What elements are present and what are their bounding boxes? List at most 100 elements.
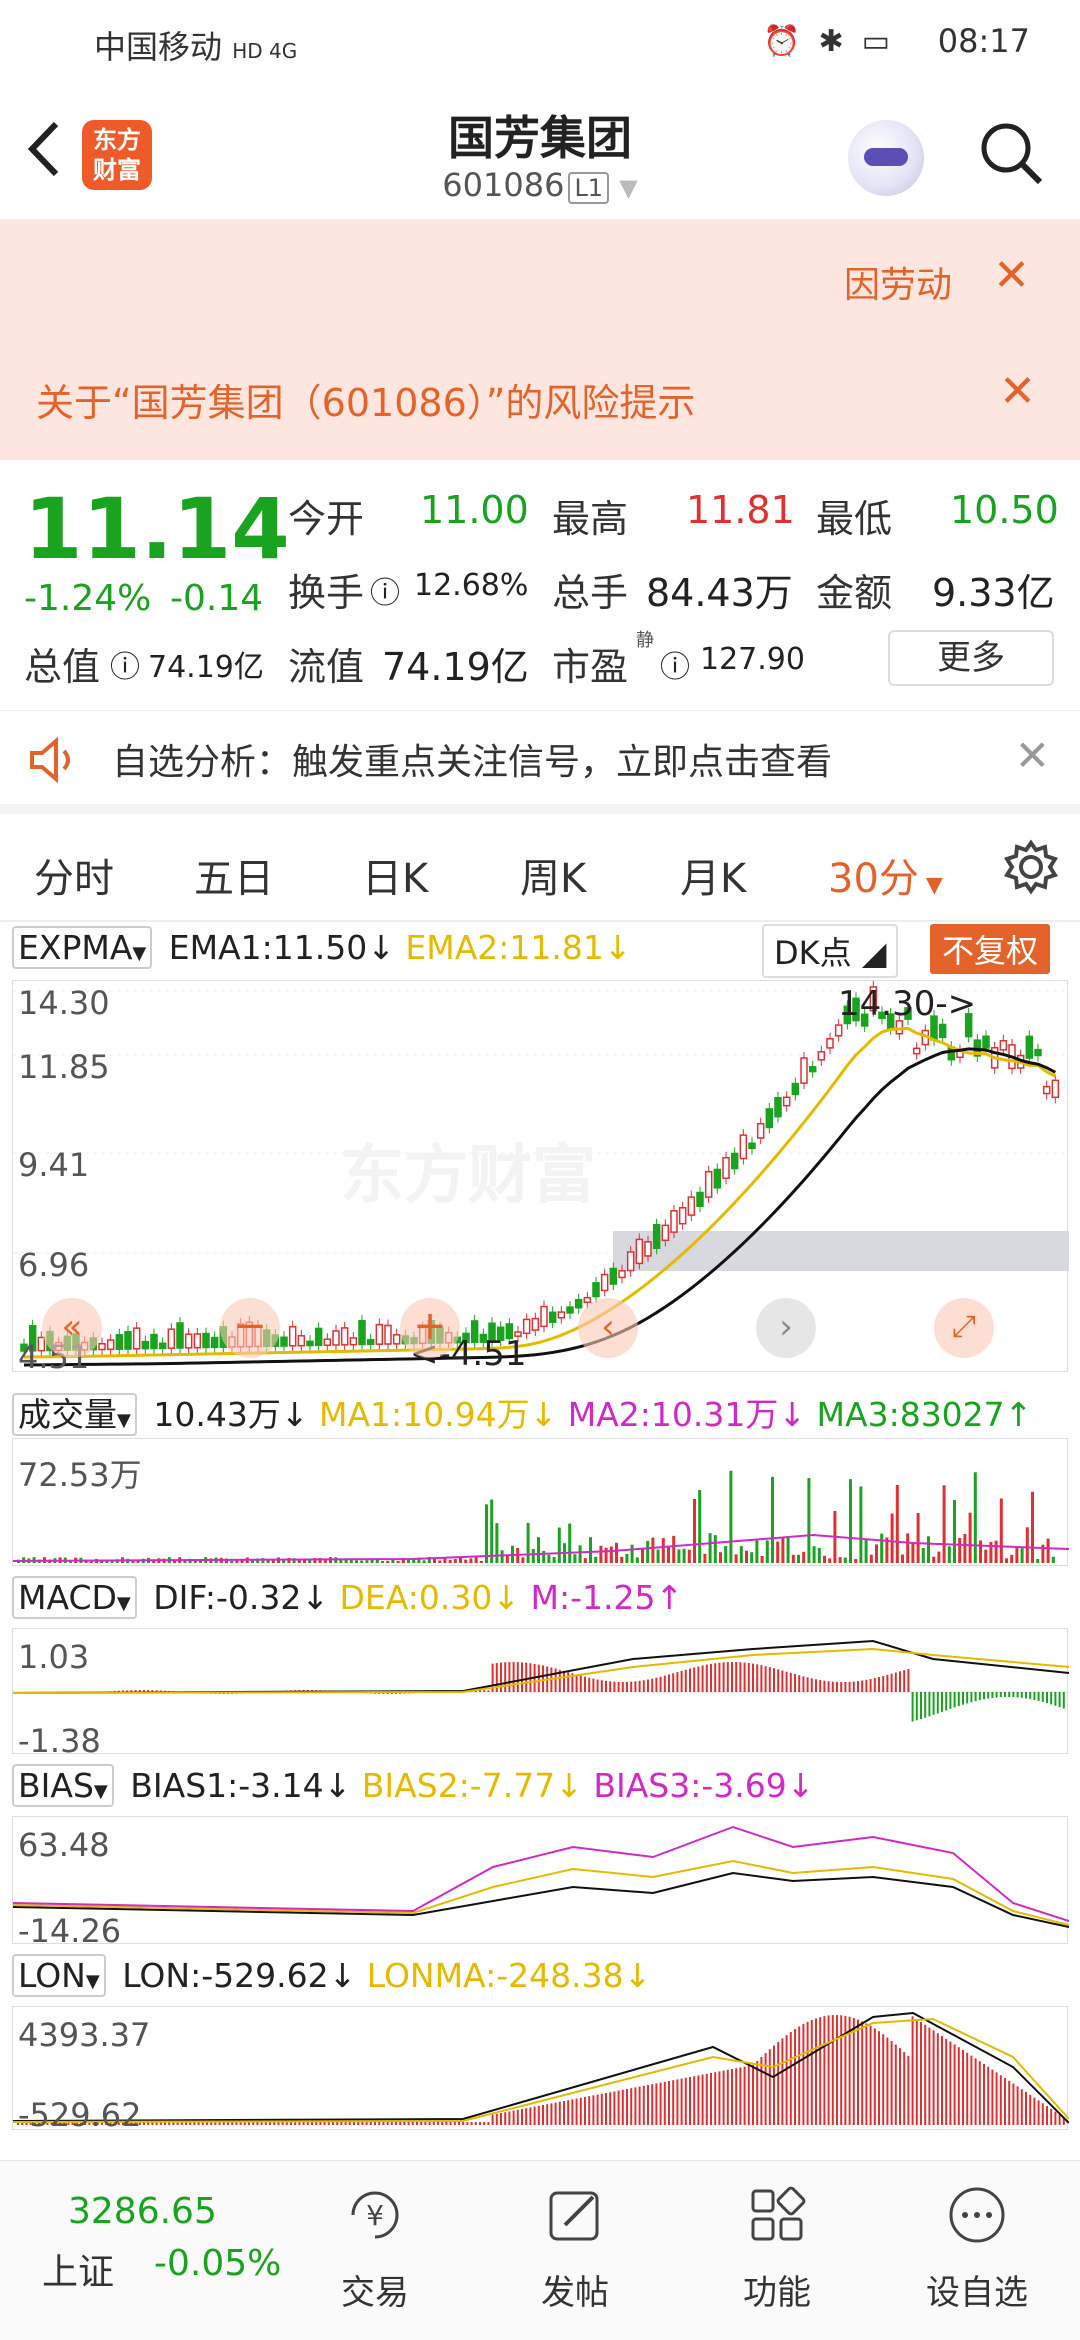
y-label: 11.85: [18, 1048, 110, 1086]
lon-canvas[interactable]: [12, 2007, 1070, 2131]
pe-value: 127.90: [700, 642, 805, 677]
volume-bar: [953, 1500, 956, 1563]
macd-bar: [563, 1670, 565, 1692]
tab-weekly-k[interactable]: 周K: [520, 846, 586, 904]
nav-functions[interactable]: 功能: [722, 2183, 832, 2314]
indicator-select[interactable]: MACD▼: [12, 1576, 137, 1619]
info-icon[interactable]: ⓘ: [110, 642, 140, 686]
lon-bar: [605, 2093, 607, 2125]
tab-daily-k[interactable]: 日K: [362, 846, 428, 904]
bias3: BIAS3:-3.69: [593, 1766, 787, 1805]
indicator-select[interactable]: BIAS▼: [12, 1764, 114, 1807]
macd-canvas[interactable]: [12, 1629, 1070, 1755]
info-icon[interactable]: ⓘ: [370, 568, 400, 612]
volume-canvas[interactable]: [12, 1439, 1070, 1567]
volume-bar: [625, 1554, 629, 1563]
volume-bar: [547, 1554, 551, 1563]
volume-bar: [724, 1546, 728, 1563]
risk-notice[interactable]: 关于“国芳集团（601086）”的风险提示: [36, 372, 695, 427]
macd-bar: [827, 1681, 830, 1692]
fullscreen-icon[interactable]: ⤢: [934, 1298, 994, 1358]
macd-bar: [651, 1678, 654, 1692]
lon-bar: [332, 2122, 334, 2125]
candle: [696, 1191, 704, 1207]
turnover-label: 换手: [288, 571, 365, 615]
mcap-label: 总值: [24, 645, 101, 689]
macd-bar: [983, 1692, 985, 1700]
tab-five-day[interactable]: 五日: [194, 846, 274, 904]
search-icon[interactable]: [976, 118, 1046, 188]
scrolling-notice[interactable]: 因劳动: [844, 256, 952, 308]
macd-bar: [647, 1679, 649, 1692]
lon-bar: [1008, 2080, 1011, 2125]
lon-bar: [487, 2122, 490, 2125]
assistant-avatar[interactable]: [848, 120, 924, 196]
dk-point-button[interactable]: DK点 ◢: [762, 924, 899, 978]
close-icon[interactable]: ✕: [993, 250, 1030, 301]
macd-chart[interactable]: [12, 1628, 1070, 1755]
rewind-icon[interactable]: «: [42, 1298, 102, 1358]
gear-icon[interactable]: [1002, 838, 1060, 896]
lon-bar: [869, 2025, 872, 2125]
prev-icon[interactable]: ‹: [578, 1298, 638, 1358]
indicator-select[interactable]: 成交量▼: [12, 1393, 137, 1436]
candle: [756, 1122, 765, 1139]
candle: [1042, 1085, 1051, 1095]
volume-bar: [620, 1556, 624, 1563]
nav-trade[interactable]: ¥ 交易: [320, 2183, 430, 2314]
close-icon[interactable]: ✕: [1015, 731, 1050, 780]
volume-bar: [464, 1559, 468, 1563]
zoom-in-icon[interactable]: +: [400, 1298, 460, 1358]
volume-chart[interactable]: [12, 1438, 1070, 1567]
volume-label: 总手: [552, 571, 629, 615]
candle: [713, 1168, 722, 1189]
volume-bar: [739, 1546, 743, 1563]
open-label: 今开: [288, 497, 365, 541]
clock: 08:17: [937, 22, 1030, 60]
macd-bar: [684, 1669, 687, 1692]
index-value: 3286.65: [68, 2191, 217, 2232]
candle: [158, 1342, 167, 1350]
volume-bar: [583, 1558, 587, 1563]
macd-bar: [630, 1681, 633, 1692]
lon-bar: [579, 2097, 582, 2125]
adjust-button[interactable]: 不复权: [930, 924, 1051, 974]
macd-bar: [941, 1692, 943, 1712]
macd-bar: [852, 1681, 855, 1692]
analysis-bar[interactable]: 自选分析：触发重点关注信号，立即点击查看 ✕: [0, 710, 1080, 814]
macd-bar: [861, 1680, 864, 1692]
lon-bar: [743, 2066, 746, 2125]
tab-monthly-k[interactable]: 月K: [680, 846, 746, 904]
lon-bar: [290, 2122, 292, 2125]
analysis-text[interactable]: 自选分析：触发重点关注信号，立即点击查看: [112, 733, 832, 785]
bias-canvas[interactable]: [12, 1817, 1070, 1945]
macd-bar: [1029, 1692, 1032, 1700]
zoom-out-icon[interactable]: −: [220, 1298, 280, 1358]
bias-chart[interactable]: [12, 1816, 1070, 1945]
indicator-select[interactable]: EXPMA▼: [12, 926, 153, 969]
candle: [375, 1323, 384, 1345]
lon-bar: [701, 2074, 704, 2125]
candle: [280, 1336, 288, 1347]
lon-chart[interactable]: [12, 2006, 1070, 2131]
lon-bar: [466, 2122, 469, 2125]
tab-intraday[interactable]: 分时: [34, 846, 114, 904]
close-icon[interactable]: ✕: [999, 366, 1036, 417]
more-button[interactable]: 更多: [888, 630, 1054, 686]
info-icon[interactable]: ⓘ: [660, 642, 690, 686]
macd-bar: [760, 1665, 763, 1692]
macd-bar: [764, 1666, 767, 1692]
tab-30min[interactable]: 30分 ▼: [828, 846, 943, 904]
candle: [349, 1337, 358, 1346]
macd-dif: DIF:-0.32: [153, 1578, 302, 1617]
next-icon[interactable]: ›: [756, 1298, 816, 1358]
turnover-value: 12.68%: [414, 568, 529, 603]
indicator-select[interactable]: LON▼: [12, 1954, 106, 1997]
candle: [150, 1333, 158, 1350]
nav-post[interactable]: 发帖: [520, 2183, 630, 2314]
lon-bar: [504, 2112, 507, 2125]
candle: [817, 1051, 826, 1061]
nav-add-watchlist[interactable]: 设自选: [922, 2183, 1032, 2314]
candle: [106, 1339, 115, 1351]
lon-bar: [390, 2122, 393, 2125]
